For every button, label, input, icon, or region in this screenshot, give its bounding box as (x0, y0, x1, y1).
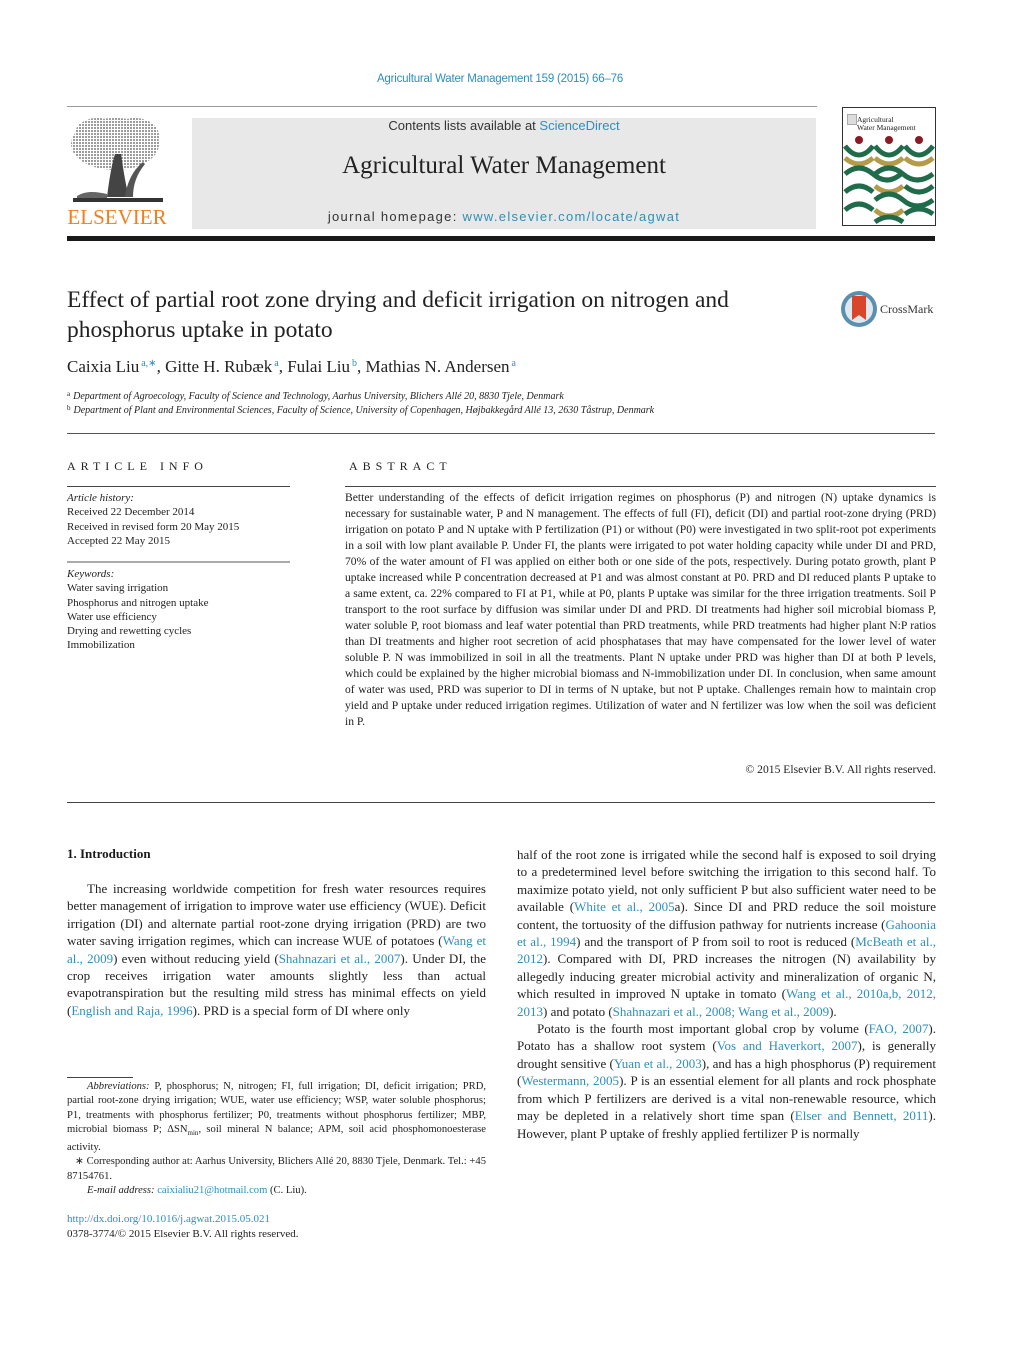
article-history: Article history: Received 22 December 20… (67, 491, 292, 548)
cover-title-line2: Water Management (857, 123, 916, 132)
elsevier-logo[interactable]: ELSEVIER (67, 112, 167, 230)
email-suffix: (C. Liu). (267, 1184, 307, 1196)
journal-reference-link[interactable]: Agricultural Water Management 159 (2015)… (0, 73, 1000, 85)
doi-block: http://dx.doi.org/10.1016/j.agwat.2015.0… (67, 1212, 299, 1242)
email-label: E-mail address: (87, 1184, 155, 1196)
intro-paragraph-2: Potato is the fourth most important glob… (517, 1020, 936, 1142)
email-footnote: E-mail address: caixialiu21@hotmail.com … (67, 1184, 486, 1198)
intro-paragraph-1-continued: half of the root zone is irrigated while… (517, 846, 936, 1020)
header-top-rule (67, 106, 817, 107)
paragraph-text: Potato is the fourth most important glob… (537, 1021, 869, 1037)
footnotes: Abbreviations: P, phosphorus; N, nitroge… (67, 1080, 486, 1198)
contents-available: Contents lists available at ScienceDirec… (192, 118, 816, 133)
sciencedirect-link[interactable]: ScienceDirect (539, 118, 619, 133)
journal-cover-thumbnail[interactable]: Agricultural Water Management (842, 107, 936, 226)
abbreviations-footnote: Abbreviations: P, phosphorus; N, nitroge… (67, 1080, 486, 1155)
author-name[interactable]: Gitte H. Rubæk (165, 357, 272, 376)
homepage-prefix: journal homepage: (327, 209, 463, 224)
authors-divider (67, 433, 935, 434)
abstract-heading: ABSTRACT (349, 459, 452, 473)
crossmark-icon (841, 291, 877, 327)
paragraph-text: The increasing worldwide competition for… (67, 881, 486, 949)
abstract-bottom-rule (67, 802, 935, 803)
citation-link[interactable]: FAO, 2007 (869, 1021, 929, 1036)
elsevier-mini-logo-icon (847, 114, 857, 125)
citation-link[interactable]: Shahnazari et al., 2008; Wang et al., 20… (613, 1004, 829, 1019)
article-info-rule (67, 486, 290, 487)
author-list: Caixia Liu a,∗, Gitte H. Rubæk a, Fulai Li… (67, 357, 516, 376)
paragraph-text: ) and potato ( (543, 1003, 613, 1019)
abbreviations-subscript: min (187, 1129, 199, 1138)
footnote-rule (67, 1077, 133, 1078)
cover-title: Agricultural Water Management (857, 116, 916, 132)
keyword-item: Immobilization (67, 639, 135, 652)
crossmark-button[interactable]: CrossMark (840, 290, 940, 330)
keyword-item: Drying and rewetting cycles (67, 625, 192, 638)
article-info-divider (67, 561, 290, 563)
author-affiliation-mark[interactable]: a (512, 358, 516, 369)
abstract-copyright: © 2015 Elsevier B.V. All rights reserved… (745, 763, 936, 776)
citation-link[interactable]: White et al., 2005 (574, 899, 675, 914)
author-affiliation-mark[interactable]: b (352, 358, 357, 369)
affiliation-a: a Department of Agroecology, Faculty of S… (67, 390, 564, 402)
history-item: Received in revised form 20 May 2015 (67, 520, 240, 533)
citation-link[interactable]: Shahnazari et al., 2007 (279, 951, 401, 966)
abstract-rule (345, 486, 936, 487)
journal-homepage: journal homepage: www.elsevier.com/locat… (192, 209, 816, 224)
author-name[interactable]: Fulai Liu (287, 357, 350, 376)
citation-link[interactable]: Vos and Haverkort, 2007 (717, 1038, 858, 1053)
keyword-item: Water use efficiency (67, 610, 157, 623)
affiliation-mark: b (67, 404, 71, 412)
paragraph-text: ). PRD is a special form of DI where onl… (192, 1002, 411, 1018)
citation-link[interactable]: Yuan et al., 2003 (614, 1056, 702, 1071)
article-info-heading: ARTICLE INFO (67, 459, 208, 473)
intro-column-right: half of the root zone is irrigated while… (517, 846, 936, 1142)
elsevier-tree-icon (71, 118, 163, 202)
history-item: Received 22 December 2014 (67, 506, 195, 519)
history-item: Accepted 22 May 2015 (67, 534, 170, 547)
citation-link[interactable]: English and Raja, 1996 (71, 1003, 192, 1018)
keywords-label: Keywords: (67, 568, 115, 580)
citation-link[interactable]: Elser and Bennett, 2011 (795, 1108, 929, 1123)
author-affiliation-mark[interactable]: a,∗ (141, 358, 156, 369)
affiliation-mark: a (67, 390, 71, 398)
elsevier-wordmark: ELSEVIER (67, 205, 167, 229)
affiliation-text: Department of Agroecology, Faculty of Sc… (73, 391, 564, 402)
corresponding-author-footnote: ∗ Corresponding author at: Aarhus Univer… (67, 1156, 486, 1182)
crossmark-label: CrossMark (880, 302, 934, 316)
article-title: Effect of partial root zone drying and d… (67, 287, 729, 343)
keywords-block: Keywords: Water saving irrigation Phosph… (67, 567, 292, 653)
journal-title: Agricultural Water Management (342, 152, 666, 179)
author-name[interactable]: Caixia Liu (67, 357, 139, 376)
affiliation-text: Department of Plant and Environmental Sc… (73, 405, 655, 416)
citation-link[interactable]: Westermann, 2005 (521, 1073, 619, 1088)
journal-banner: Contents lists available at ScienceDirec… (192, 118, 816, 229)
abstract-text: Better understanding of the effects of d… (345, 491, 936, 728)
keyword-item: Phosphorus and nitrogen uptake (67, 596, 209, 609)
doi-link[interactable]: http://dx.doi.org/10.1016/j.agwat.2015.0… (67, 1213, 270, 1225)
keyword-item: Water saving irrigation (67, 582, 169, 595)
homepage-link[interactable]: www.elsevier.com/locate/agwat (463, 209, 681, 224)
article-history-label: Article history: (67, 492, 134, 504)
paragraph-text: ). (829, 1003, 837, 1019)
section-heading-introduction: 1. Introduction (67, 846, 151, 861)
contents-prefix: Contents lists available at (388, 118, 540, 133)
paragraph-text: ) and the transport of P from soil to ro… (576, 934, 856, 950)
abbreviations-label: Abbreviations: (87, 1081, 150, 1092)
email-link[interactable]: caixialiu21@hotmail.com (157, 1185, 267, 1196)
header-bottom-rule (67, 236, 935, 241)
paragraph-text: ) even without reducing yield ( (113, 950, 279, 966)
author-affiliation-mark[interactable]: a (274, 358, 278, 369)
affiliation-b: b Department of Plant and Environmental S… (67, 404, 654, 416)
intro-paragraph-1: The increasing worldwide competition for… (67, 880, 486, 1019)
issn-copyright: 0378-3774/© 2015 Elsevier B.V. All right… (67, 1228, 299, 1240)
author-name[interactable]: Mathias N. Andersen (366, 357, 510, 376)
cover-pattern-icon (843, 136, 935, 225)
